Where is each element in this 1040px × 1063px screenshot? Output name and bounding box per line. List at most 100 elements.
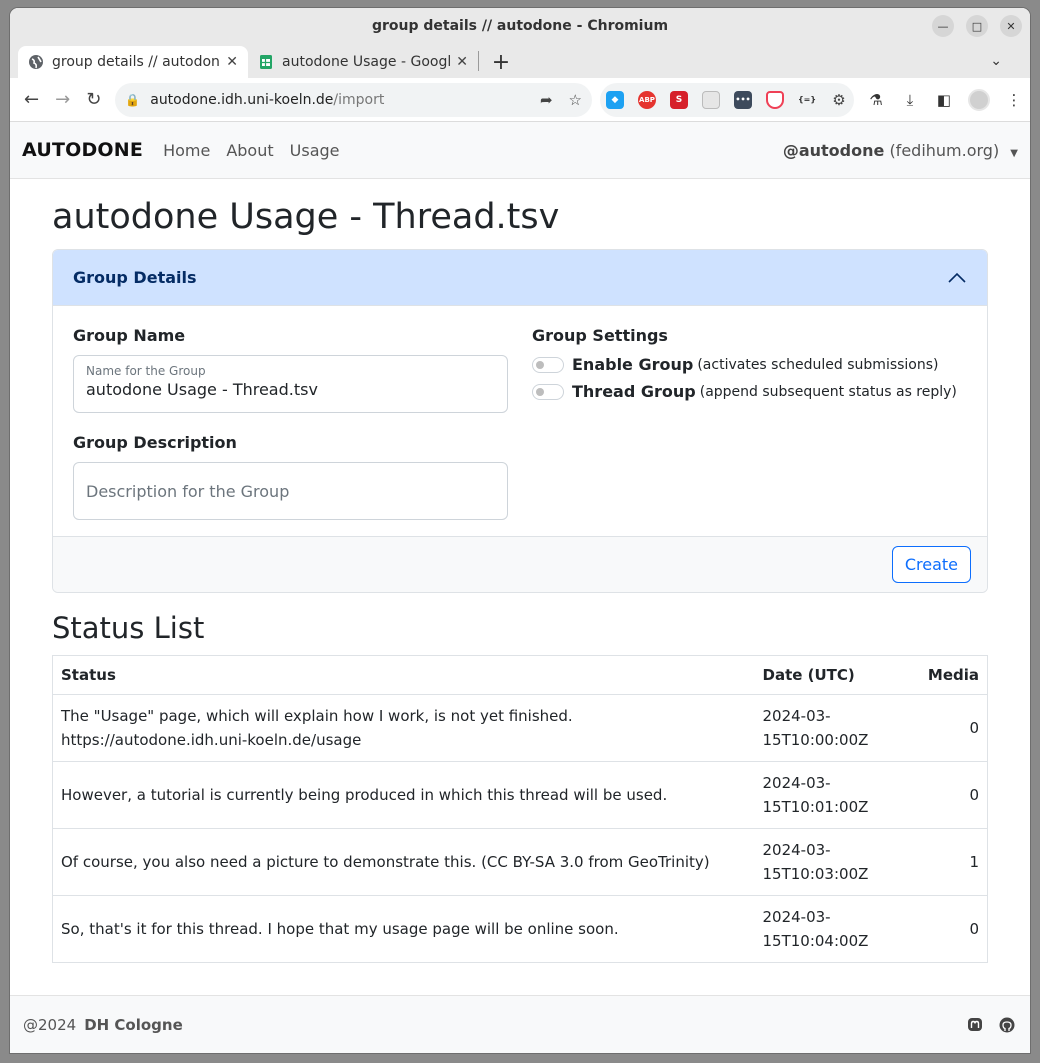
close-tab-icon[interactable]: ✕ <box>456 54 468 70</box>
status-media-count: 1 <box>894 828 988 896</box>
table-row: However, a tutorial is currently being p… <box>52 761 988 829</box>
group-settings-heading: Group Settings <box>532 326 668 345</box>
organization-link[interactable]: DH Cologne <box>84 1016 183 1034</box>
table-row: Of course, you also need a picture to de… <box>52 828 988 896</box>
chevron-down-icon[interactable]: ⌄ <box>990 53 1002 69</box>
nav-link-home[interactable]: Home <box>163 141 210 160</box>
profile-avatar[interactable] <box>968 88 990 111</box>
kebab-menu-icon[interactable]: ⋮ <box>1004 90 1024 110</box>
thread-group-label: Thread Group <box>572 382 696 401</box>
status-text: Of course, you also need a picture to de… <box>52 828 755 896</box>
status-list-heading: Status List <box>52 611 205 645</box>
toolbar-right: ⚗ ⤓ ◧ ⋮ <box>866 88 1024 111</box>
tab-usage-sheet[interactable]: autodone Usage - Google ✕ <box>248 46 478 78</box>
enable-group-label: Enable Group <box>572 355 694 374</box>
group-description-input[interactable]: Description for the Group <box>73 462 508 520</box>
status-date: 2024-03-15T10:00:00Z <box>754 694 895 762</box>
document-extension-icon[interactable] <box>702 90 720 109</box>
create-button[interactable]: Create <box>891 546 971 583</box>
flask-icon[interactable]: ⚗ <box>866 90 886 110</box>
puzzle-extensions-icon[interactable]: ⚙ <box>830 91 848 109</box>
maximize-icon[interactable]: □ <box>966 15 988 37</box>
status-media-count: 0 <box>894 694 988 762</box>
side-panel-icon[interactable]: ◧ <box>934 90 954 110</box>
group-fields-column: Group Name Name for the Group autodone U… <box>73 326 508 520</box>
account-handle: @autodone <box>782 140 885 160</box>
accordion-footer: Create <box>53 536 987 592</box>
json-extension-icon[interactable]: {=} <box>798 91 816 109</box>
lock-icon[interactable]: 🔒 <box>125 93 140 107</box>
status-date: 2024-03-15T10:04:00Z <box>762 908 869 950</box>
adblock-plus-icon[interactable]: ABP <box>638 90 656 109</box>
twitter-extension-icon[interactable]: ◆ <box>606 90 624 109</box>
window-controls: — □ ✕ <box>932 15 1022 37</box>
address-bar[interactable]: 🔒 autodone.idh.uni-koeln.de /import ➦ ☆ <box>115 82 592 117</box>
title-bar: group details // autodone - Chromium — □… <box>10 8 1030 44</box>
thread-group-toggle[interactable] <box>532 383 564 400</box>
status-table: Status Date (UTC) Media The "Usage" page… <box>52 655 988 963</box>
thread-group-row: Thread Group (append subsequent status a… <box>532 382 967 401</box>
web-page: AUTODONE Home About Usage @autodone (fed… <box>10 122 1030 1053</box>
globe-icon <box>29 55 43 69</box>
group-description-heading: Group Description <box>73 433 237 452</box>
extensions-area: ◆ ABP S ••• {=} ⚙ <box>600 82 854 117</box>
url-path: /import <box>333 91 385 108</box>
nav-link-about[interactable]: About <box>226 141 273 160</box>
url-host: autodone.idh.uni-koeln.de <box>150 91 334 108</box>
status-text: So, that's it for this thread. I hope th… <box>61 920 619 938</box>
column-header-date: Date (UTC) <box>754 655 895 695</box>
group-settings-column: Group Settings Enable Group (activates s… <box>532 326 967 520</box>
status-text: The "Usage" page, which will explain how… <box>52 694 755 762</box>
account-dropdown[interactable]: @autodone (fedihum.org) ▼ <box>783 141 1018 160</box>
accordion-body: Group Name Name for the Group autodone U… <box>53 306 987 536</box>
status-text: However, a tutorial is currently being p… <box>52 761 755 829</box>
tab-label: autodone Usage - Google <box>282 54 451 70</box>
enable-group-row: Enable Group (activates scheduled submis… <box>532 355 967 374</box>
pocket-icon[interactable] <box>766 90 784 109</box>
tab-group-details[interactable]: group details // autodone ✕ <box>18 46 248 78</box>
chevron-up-icon <box>948 272 966 283</box>
tab-separator <box>478 51 479 71</box>
brand-logo[interactable]: AUTODONE <box>22 139 143 161</box>
enable-group-description: (activates scheduled submissions) <box>697 356 939 373</box>
dots-extension-icon[interactable]: ••• <box>734 90 752 109</box>
site-footer: @2024 DH Cologne <box>10 995 1030 1053</box>
close-window-icon[interactable]: ✕ <box>1000 15 1022 37</box>
nav-link-usage[interactable]: Usage <box>290 141 340 160</box>
status-media-count: 0 <box>969 920 979 938</box>
site-navbar: AUTODONE Home About Usage @autodone (fed… <box>10 122 1030 179</box>
copyright-year: @2024 <box>23 1015 77 1034</box>
thread-group-description: (append subsequent status as reply) <box>699 383 957 400</box>
accordion-header[interactable]: Group Details <box>53 250 987 306</box>
group-name-value: autodone Usage - Thread.tsv <box>86 380 318 399</box>
mastodon-icon[interactable] <box>965 1015 985 1035</box>
download-icon[interactable]: ⤓ <box>900 90 920 110</box>
new-tab-icon[interactable]: + <box>485 46 517 78</box>
group-name-input[interactable]: Name for the Group autodone Usage - Thre… <box>73 355 508 413</box>
column-header-status: Status <box>52 655 755 695</box>
browser-window: group details // autodone - Chromium — □… <box>10 8 1030 1053</box>
table-row: So, that's it for this thread. I hope th… <box>53 896 988 963</box>
reload-icon[interactable]: ↻ <box>78 84 109 116</box>
group-details-accordion: Group Details Group Name Name for the Gr… <box>52 249 988 593</box>
google-sheets-icon <box>260 55 272 69</box>
tab-label: group details // autodone <box>52 54 221 70</box>
table-header-row: Status Date (UTC) Media <box>52 655 988 695</box>
group-name-label: Name for the Group <box>86 364 206 378</box>
status-date: 2024-03-15T10:03:00Z <box>754 828 895 896</box>
bookmark-star-icon[interactable]: ☆ <box>569 91 582 109</box>
minimize-icon[interactable]: — <box>932 15 954 37</box>
close-tab-icon[interactable]: ✕ <box>226 54 238 70</box>
status-media-count: 0 <box>894 761 988 829</box>
back-arrow-icon[interactable]: ← <box>16 84 47 116</box>
github-icon[interactable] <box>997 1015 1017 1035</box>
forward-arrow-icon[interactable]: → <box>47 84 78 116</box>
status-date: 2024-03-15T10:01:00Z <box>754 761 895 829</box>
caret-down-icon: ▼ <box>1010 147 1018 159</box>
share-icon[interactable]: ➦ <box>540 91 553 109</box>
column-header-media: Media <box>894 655 988 695</box>
group-name-heading: Group Name <box>73 326 186 345</box>
s-extension-icon[interactable]: S <box>670 90 688 109</box>
main-container: autodone Usage - Thread.tsv Group Detail… <box>10 197 1030 963</box>
enable-group-toggle[interactable] <box>532 356 564 373</box>
